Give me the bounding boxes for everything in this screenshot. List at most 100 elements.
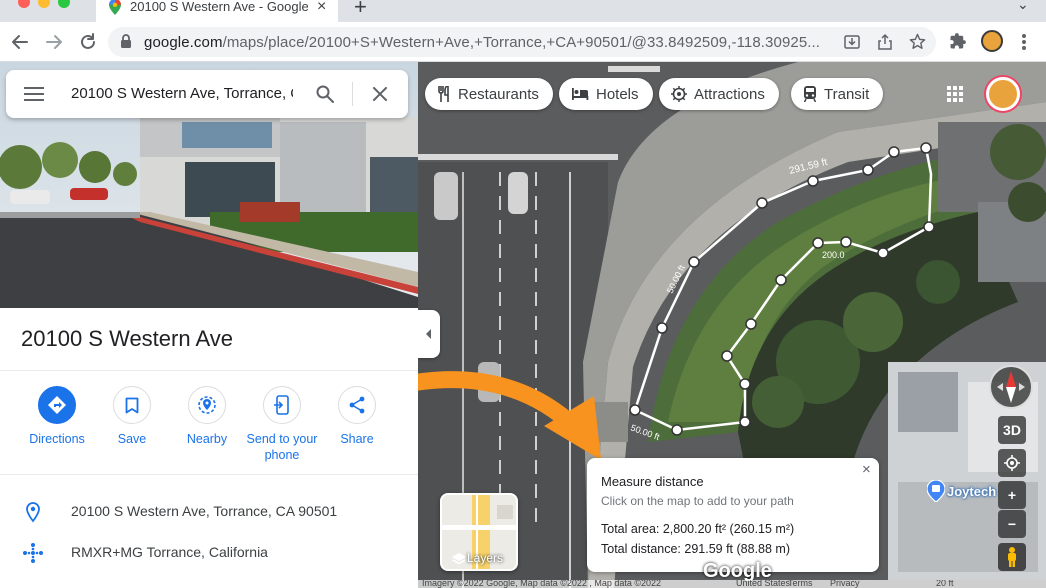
place-marker-icon[interactable]	[927, 480, 945, 502]
place-side-panel: 20100 S Western Ave, Torrance, CA 90501 …	[0, 62, 418, 588]
place-marker-label[interactable]: Joytech	[947, 484, 996, 499]
action-label: Directions	[29, 432, 85, 446]
share-circle[interactable]	[338, 386, 376, 424]
address-bar[interactable]: google.com/maps/place/20100+S+Western+Av…	[108, 27, 936, 57]
my-location-button[interactable]	[998, 449, 1026, 477]
compass-control[interactable]	[989, 365, 1033, 409]
plus-code-icon	[23, 543, 43, 563]
action-label: Send to your phone	[246, 432, 318, 462]
save-circle[interactable]	[113, 386, 151, 424]
nearby-circle[interactable]	[188, 386, 226, 424]
browser-menu-icon[interactable]	[1021, 33, 1027, 51]
layers-button[interactable]: Layers	[440, 493, 518, 571]
measure-total-distance: Total distance: 291.59 ft (88.88 m)	[601, 542, 790, 556]
location-pin-icon	[26, 502, 40, 523]
directions-circle[interactable]	[38, 386, 76, 424]
measure-title: Measure distance	[601, 474, 704, 489]
forward-arrow-icon[interactable]	[42, 32, 66, 52]
tab-google-maps[interactable]: 20100 S Western Ave - Google Maps ×	[96, 0, 338, 22]
reload-icon[interactable]	[76, 32, 100, 52]
satellite-map[interactable]: 291.59 ft 200.0 50.00 ft 50.00 ft Restau…	[418, 62, 1046, 588]
url-text: google.com/maps/place/20100+S+Western+Av…	[144, 34, 820, 51]
plus-code-row[interactable]: RMXR+MG Torrance, California	[0, 538, 418, 568]
bookmark-icon	[125, 397, 139, 413]
send-to-phone-button[interactable]: Send to your phone	[245, 386, 319, 463]
measure-distance-card: Measure distance Click on the map to add…	[587, 458, 879, 572]
action-label: Share	[340, 432, 374, 446]
search-divider	[352, 82, 353, 106]
chip-transit[interactable]: Transit	[791, 78, 884, 110]
google-apps-grid-icon[interactable]	[947, 86, 963, 102]
minimize-window-button[interactable]	[38, 0, 50, 8]
segment-label: 291.59 ft	[788, 157, 829, 177]
divider	[0, 370, 418, 371]
compass-needle-icon	[997, 371, 1025, 403]
transit-train-icon	[803, 86, 817, 102]
nearby-button[interactable]: Nearby	[170, 386, 244, 447]
send-to-phone-icon	[274, 395, 289, 415]
url-host: google.com	[144, 34, 223, 51]
collapse-side-panel-button[interactable]	[418, 310, 440, 358]
tab-close-icon[interactable]: ×	[317, 0, 326, 16]
close-window-button[interactable]	[18, 0, 30, 8]
layers-label: Layers	[466, 551, 504, 565]
chip-attractions[interactable]: Attractions	[659, 78, 779, 110]
place-photo[interactable]: 20100 S Western Ave, Torrance, CA 90501	[0, 62, 418, 308]
map-attribution-bar: Imagery ©2022 Google, Map data ©2022 , M…	[418, 580, 1046, 588]
my-location-icon	[1004, 455, 1020, 471]
plus-code-text: RMXR+MG Torrance, California	[71, 544, 268, 560]
segment-label: 50.00 ft	[665, 263, 687, 295]
install-app-icon[interactable]	[844, 34, 860, 50]
privacy-link[interactable]: Privacy	[830, 580, 860, 588]
street-view-pegman-button[interactable]	[998, 543, 1026, 571]
save-button[interactable]: Save	[95, 386, 169, 447]
extensions-puzzle-icon[interactable]	[949, 32, 967, 50]
maximize-window-button[interactable]	[58, 0, 70, 8]
maps-favicon-icon	[109, 0, 121, 15]
send-to-phone-circle[interactable]	[263, 386, 301, 424]
account-avatar[interactable]	[986, 77, 1020, 111]
profile-avatar[interactable]	[981, 30, 1003, 52]
chip-label: Restaurants	[458, 85, 539, 103]
divider	[0, 474, 418, 475]
terms-link[interactable]: Terms	[788, 580, 813, 588]
address-text: 20100 S Western Ave, Torrance, CA 90501	[71, 503, 338, 519]
search-input[interactable]: 20100 S Western Ave, Torrance, CA 90501	[71, 85, 293, 102]
directions-button[interactable]: Directions	[20, 386, 94, 447]
tab-title: 20100 S Western Ave - Google Maps	[130, 0, 308, 14]
chip-restaurants[interactable]: Restaurants	[425, 78, 553, 110]
attribution-text: Imagery ©2022 Google, Map data ©2022 , M…	[422, 580, 662, 588]
chevron-left-icon	[426, 329, 431, 339]
zoom-in-button[interactable]: +	[998, 481, 1026, 509]
action-label: Save	[117, 432, 147, 446]
menu-icon[interactable]	[24, 87, 44, 101]
tilt-3d-button[interactable]: 3D	[998, 416, 1026, 444]
tab-search-button[interactable]: ⌄	[1017, 0, 1029, 13]
pegman-icon	[1008, 547, 1016, 567]
nearby-icon	[198, 396, 216, 414]
clear-search-icon[interactable]	[373, 87, 387, 101]
browser-toolbar: google.com/maps/place/20100+S+Western+Av…	[0, 22, 1046, 62]
url-path: /maps/place/20100+S+Western+Ave,+Torranc…	[222, 34, 821, 51]
address-row[interactable]: 20100 S Western Ave, Torrance, CA 90501	[0, 497, 418, 527]
new-tab-button[interactable]: +	[354, 0, 367, 20]
share-page-icon[interactable]	[877, 33, 893, 50]
search-icon[interactable]	[316, 85, 334, 103]
bookmark-star-icon[interactable]	[909, 33, 926, 50]
measure-close-icon[interactable]: ×	[862, 461, 871, 478]
back-arrow-icon[interactable]	[8, 32, 32, 52]
attribution-country[interactable]: United States	[736, 580, 790, 588]
place-title: 20100 S Western Ave	[21, 326, 233, 351]
hotel-bed-icon	[572, 88, 589, 100]
share-button[interactable]: Share	[320, 386, 394, 447]
restaurant-icon	[438, 86, 449, 102]
chip-label: Hotels	[596, 85, 639, 103]
zoom-out-button[interactable]: −	[998, 510, 1026, 538]
lock-icon[interactable]	[120, 34, 132, 49]
map-scale[interactable]: 20 ft	[936, 580, 954, 588]
action-label: Nearby	[186, 432, 228, 446]
measure-total-area: Total area: 2,800.20 ft² (260.15 m²)	[601, 522, 795, 536]
search-box[interactable]: 20100 S Western Ave, Torrance, CA 90501	[6, 70, 408, 118]
directions-icon	[48, 396, 66, 414]
chip-hotels[interactable]: Hotels	[559, 78, 653, 110]
